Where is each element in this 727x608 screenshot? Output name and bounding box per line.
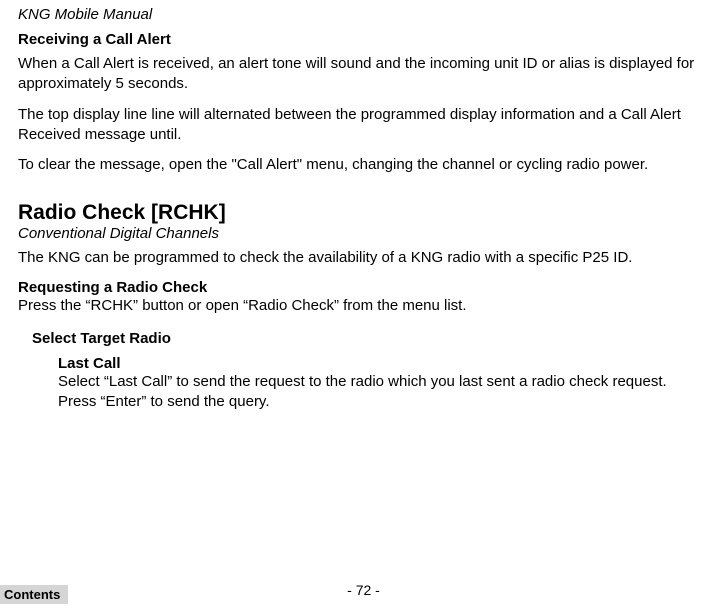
section2-subtitle: Conventional Digital Channels [18,225,709,242]
requesting-heading: Requesting a Radio Check [18,279,709,296]
section1-p1: When a Call Alert is received, an alert … [18,54,709,95]
footer: - 72 - Contents [0,582,727,604]
select-target-heading: Select Target Radio [32,330,709,347]
page-content: KNG Mobile Manual Receiving a Call Alert… [0,0,727,412]
section1-p2: The top display line line will alternate… [18,105,709,146]
doc-title: KNG Mobile Manual [18,6,709,23]
section2-heading: Radio Check [RCHK] [18,201,709,225]
section2-p1: The KNG can be programmed to check the a… [18,248,709,268]
contents-button[interactable]: Contents [0,585,68,604]
requesting-p1: Press the “RCHK” button or open “Radio C… [18,296,709,316]
section1-p3: To clear the message, open the "Call Ale… [18,155,709,175]
page-number: - 72 - [0,582,727,598]
section1-heading: Receiving a Call Alert [18,31,709,48]
last-call-p1: Select “Last Call” to send the request t… [58,372,709,413]
last-call-block: Last Call Select “Last Call” to send the… [58,355,709,413]
last-call-heading: Last Call [58,355,709,372]
